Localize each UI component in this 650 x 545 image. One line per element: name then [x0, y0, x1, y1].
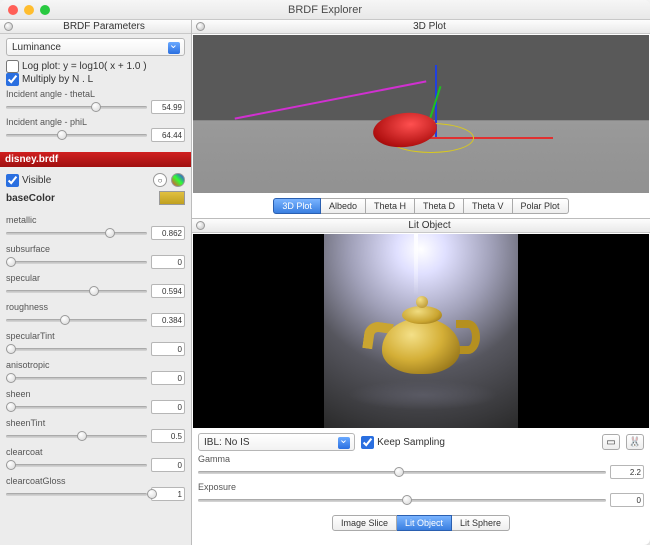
log-plot-label: Log plot: y = log10( x + 1.0 ) — [22, 61, 147, 72]
param-label: subsurface — [6, 244, 185, 254]
sheen-slider[interactable] — [6, 401, 147, 413]
visible-checkbox[interactable]: Visible — [6, 174, 149, 187]
clearcoat-slider[interactable] — [6, 459, 147, 471]
metallic-value[interactable]: 0.862 — [151, 226, 185, 240]
subsurface-value[interactable]: 0 — [151, 255, 185, 269]
render-tabs: Image SliceLit ObjectLit Sphere — [192, 511, 650, 537]
window-titlebar: BRDF Explorer — [0, 0, 650, 20]
tab-albedo[interactable]: Albedo — [321, 198, 366, 214]
ibl-select-value: IBL: No IS — [204, 437, 250, 448]
sheenTint-slider[interactable] — [6, 430, 147, 442]
parameter-list: metallic0.862subsurface0specular0.594rou… — [0, 211, 191, 545]
multiply-nl-checkbox[interactable]: Multiply by N . L — [6, 73, 185, 86]
param-label: sheen — [6, 389, 185, 399]
phil-value[interactable]: 64.44 — [151, 128, 185, 142]
teapot-object — [368, 294, 474, 380]
sheen-value[interactable]: 0 — [151, 400, 185, 414]
tab-lit-sphere[interactable]: Lit Sphere — [452, 515, 510, 531]
channel-select[interactable]: Luminance — [6, 38, 185, 56]
tab-polar-plot[interactable]: Polar Plot — [513, 198, 569, 214]
solo-button[interactable]: ○ — [153, 173, 167, 187]
3d-plot-pane: 3D Plot 3D PlotAlbedoTheta HTheta DTheta… — [192, 20, 650, 219]
gamma-value[interactable]: 2.2 — [610, 465, 644, 479]
exposure-label: Exposure — [198, 482, 644, 492]
roughness-value[interactable]: 0.384 — [151, 313, 185, 327]
thetal-value[interactable]: 54.99 — [151, 100, 185, 114]
tab-theta-d[interactable]: Theta D — [415, 198, 464, 214]
specularTint-slider[interactable] — [6, 343, 147, 355]
panel-title: 3D Plot — [209, 21, 650, 32]
sheenTint-value[interactable]: 0.5 — [151, 429, 185, 443]
panel-title: Lit Object — [209, 220, 650, 231]
specularTint-value[interactable]: 0 — [151, 342, 185, 356]
render-viewport[interactable] — [193, 234, 649, 428]
multiply-nl-label: Multiply by N . L — [22, 74, 93, 85]
param-label: anisotropic — [6, 360, 185, 370]
specular-value[interactable]: 0.594 — [151, 284, 185, 298]
exposure-slider[interactable] — [198, 494, 606, 506]
anisotropic-value[interactable]: 0 — [151, 371, 185, 385]
channel-select-value: Luminance — [12, 42, 61, 53]
param-label: roughness — [6, 302, 185, 312]
visible-label: Visible — [22, 175, 51, 186]
specular-slider[interactable] — [6, 285, 147, 297]
basecolor-label: baseColor — [6, 193, 155, 204]
param-label: specular — [6, 273, 185, 283]
panel-close-button[interactable] — [196, 221, 205, 230]
thetal-slider[interactable] — [6, 101, 147, 113]
roughness-slider[interactable] — [6, 314, 147, 326]
basecolor-swatch[interactable] — [159, 191, 185, 205]
brdf-parameters-panel: BRDF Parameters Luminance Log plot: y = … — [0, 20, 192, 545]
tab-lit-object[interactable]: Lit Object — [397, 515, 452, 531]
panel-close-button[interactable] — [4, 22, 13, 31]
keep-sampling-checkbox[interactable]: Keep Sampling — [361, 436, 445, 449]
brdf-file-header[interactable]: disney.brdf — [0, 152, 191, 167]
panel-title: BRDF Parameters — [17, 21, 191, 32]
tab-theta-v[interactable]: Theta V — [464, 198, 513, 214]
gamma-slider[interactable] — [198, 466, 606, 478]
param-label: metallic — [6, 215, 185, 225]
open-file-button[interactable]: ▭ — [602, 434, 620, 450]
color-cycle-button[interactable] — [171, 173, 185, 187]
lit-object-pane: Lit Object IBL: No IS — [192, 219, 650, 545]
anisotropic-slider[interactable] — [6, 372, 147, 384]
subsurface-slider[interactable] — [6, 256, 147, 268]
thetal-label: Incident angle - thetaL — [6, 89, 185, 99]
log-plot-checkbox[interactable]: Log plot: y = log10( x + 1.0 ) — [6, 60, 185, 73]
keep-sampling-label: Keep Sampling — [377, 437, 445, 448]
plot-tabs: 3D PlotAlbedoTheta HTheta DTheta VPolar … — [192, 194, 650, 218]
metallic-slider[interactable] — [6, 227, 147, 239]
ibl-select[interactable]: IBL: No IS — [198, 433, 355, 451]
tab-image-slice[interactable]: Image Slice — [332, 515, 397, 531]
param-label: specularTint — [6, 331, 185, 341]
3d-plot-viewport[interactable] — [193, 35, 649, 193]
model-button[interactable]: 🐰 — [626, 434, 644, 450]
window-title: BRDF Explorer — [0, 4, 650, 16]
exposure-value[interactable]: 0 — [610, 493, 644, 507]
gamma-label: Gamma — [198, 454, 644, 464]
phil-label: Incident angle - phiL — [6, 117, 185, 127]
tab-3d-plot[interactable]: 3D Plot — [273, 198, 321, 214]
param-label: sheenTint — [6, 418, 185, 428]
tab-theta-h[interactable]: Theta H — [366, 198, 415, 214]
param-label: clearcoatGloss — [6, 476, 185, 486]
clearcoatGloss-slider[interactable] — [6, 488, 147, 500]
phil-slider[interactable] — [6, 129, 147, 141]
param-label: clearcoat — [6, 447, 185, 457]
clearcoat-value[interactable]: 0 — [151, 458, 185, 472]
panel-close-button[interactable] — [196, 22, 205, 31]
